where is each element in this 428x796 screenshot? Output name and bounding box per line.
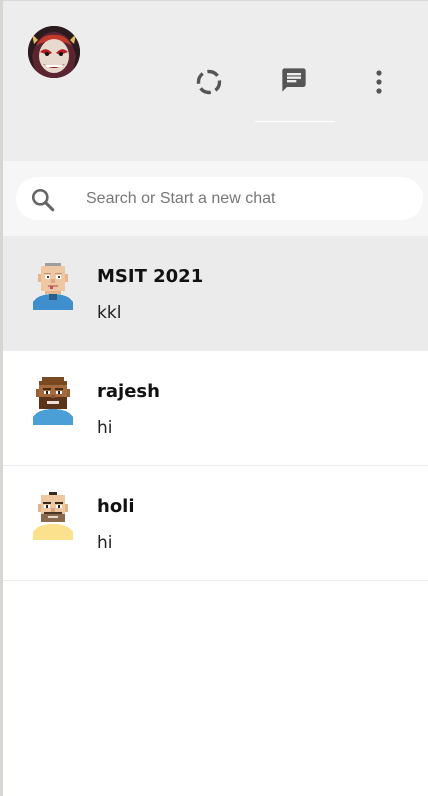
- search-icon: [31, 188, 55, 212]
- chat-list: MSIT 2021 kkl rajesh hi holi hi: [3, 236, 428, 581]
- chat-list-item-msit-2021[interactable]: MSIT 2021 kkl: [3, 236, 428, 351]
- status-icon[interactable]: [192, 65, 226, 99]
- chat-last-message: hi: [97, 533, 113, 553]
- profile-avatar[interactable]: [28, 26, 80, 78]
- chat-avatar: [30, 375, 76, 425]
- chat-last-message: kkl: [97, 303, 122, 323]
- chat-name: MSIT 2021: [97, 266, 204, 287]
- chat-list-item-holi[interactable]: holi hi: [3, 466, 428, 581]
- chat-list-item-rajesh[interactable]: rajesh hi: [3, 351, 428, 466]
- more-vert-icon[interactable]: [365, 65, 393, 99]
- chat-avatar: [30, 260, 76, 310]
- chat-last-message: hi: [97, 418, 113, 438]
- chat-avatar: [30, 490, 76, 540]
- active-tab-indicator: [255, 121, 335, 122]
- chat-name: rajesh: [97, 381, 160, 402]
- search-bar: [3, 161, 428, 236]
- search-box[interactable]: [16, 177, 423, 220]
- chat-name: holi: [97, 496, 135, 517]
- profile-avatar-image: [28, 26, 80, 78]
- chat-icon[interactable]: [277, 63, 311, 97]
- sidebar-header: [3, 1, 428, 161]
- search-input[interactable]: [84, 183, 408, 215]
